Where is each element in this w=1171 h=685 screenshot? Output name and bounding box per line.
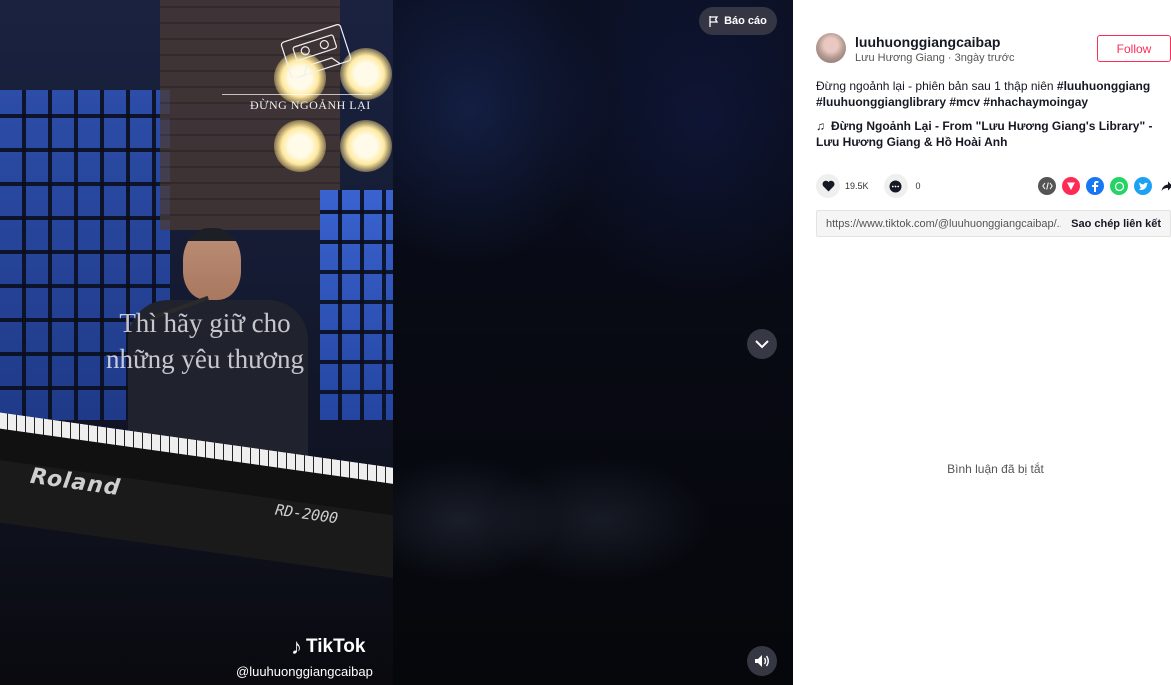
separator-dot: ·	[947, 52, 952, 64]
music-note-icon: ♫	[816, 119, 825, 133]
hashtag-link[interactable]: #luuhuonggianglibrary	[816, 95, 946, 109]
lyric-line-1: Thì hãy giữ cho	[119, 308, 291, 338]
share-arrow-icon[interactable]	[1158, 177, 1171, 195]
report-label: Báo cáo	[724, 15, 767, 27]
comment-count: 0	[915, 181, 921, 191]
chevron-down-icon	[755, 339, 769, 348]
author-subline: Lưu Hương Giang · 3ngày trước	[855, 52, 1014, 64]
display-name: Lưu Hương Giang	[855, 52, 945, 64]
engagement-row: 19.5K 0	[816, 174, 921, 198]
hashtag-link[interactable]: #nhachaymoingay	[983, 95, 1088, 109]
username[interactable]: luuhuonggiangcaibap	[855, 34, 1000, 50]
stage-light	[274, 120, 326, 172]
like-button[interactable]	[816, 174, 840, 198]
heart-icon	[822, 180, 834, 192]
report-button[interactable]: Báo cáo	[699, 7, 777, 35]
caption-text: Đừng ngoảnh lại - phiên bản sau 1 thập n…	[816, 79, 1057, 93]
whatsapp-icon[interactable]	[1110, 177, 1128, 195]
like-count: 19.5K	[845, 181, 869, 191]
facebook-icon[interactable]	[1086, 177, 1104, 195]
send-icon[interactable]	[1062, 177, 1080, 195]
volume-icon	[755, 655, 769, 667]
video-url[interactable]: https://www.tiktok.com/@luuhuonggiangcai…	[817, 218, 1061, 230]
lyric-line-2: những yêu thương	[105, 344, 305, 374]
comment-icon	[889, 180, 902, 192]
video-player[interactable]: ĐỪNG NGOẢNH LẠI Thì hãy giữ cho những yê…	[0, 0, 793, 685]
copy-link-button[interactable]: Sao chép liên kết	[1061, 218, 1170, 230]
volume-button[interactable]	[747, 646, 777, 676]
stage-light	[340, 120, 392, 172]
singer-head	[183, 228, 241, 300]
video-frame[interactable]: ĐỪNG NGOẢNH LẠI Thì hãy giữ cho những yê…	[0, 0, 393, 685]
twitter-icon[interactable]	[1134, 177, 1152, 195]
video-caption: Đừng ngoảnh lại - phiên bản sau 1 thập n…	[816, 78, 1164, 110]
song-logo-underline	[222, 94, 372, 95]
share-row	[1038, 177, 1171, 195]
avatar[interactable]	[816, 33, 846, 63]
stage-window-right	[320, 190, 393, 420]
flag-icon	[709, 15, 719, 27]
tiktok-video-page: ĐỪNG NGOẢNH LẠI Thì hãy giữ cho những yê…	[0, 0, 1171, 685]
post-time: 3ngày trước	[954, 52, 1015, 64]
music-title: Đừng Ngoảnh Lại - From "Lưu Hương Giang'…	[816, 119, 1153, 149]
tiktok-watermark: ♪ TikTok	[291, 634, 365, 660]
embed-icon[interactable]	[1038, 177, 1056, 195]
comments-disabled-message: Bình luận đã bị tắt	[947, 462, 1044, 476]
tiktok-watermark-text: TikTok	[306, 636, 366, 657]
info-panel: luuhuonggiangcaibap Lưu Hương Giang · 3n…	[793, 0, 1171, 685]
watermark-handle: @luuhuonggiangcaibap	[236, 664, 373, 679]
hashtag-link[interactable]: #mcv	[949, 95, 980, 109]
music-link[interactable]: ♫ Đừng Ngoảnh Lại - From "Lưu Hương Giang…	[816, 118, 1168, 150]
comment-button[interactable]	[883, 174, 908, 198]
follow-button[interactable]: Follow	[1097, 35, 1171, 62]
next-video-button[interactable]	[747, 329, 777, 359]
hashtag-link[interactable]: #luuhuonggiang	[1057, 79, 1150, 93]
song-logo: ĐỪNG NGOẢNH LẠI	[222, 18, 372, 114]
tiktok-note-icon: ♪	[291, 634, 302, 659]
cassette-icon	[280, 24, 352, 78]
song-logo-text: ĐỪNG NGOẢNH LẠI	[250, 98, 371, 112]
copy-link-bar: https://www.tiktok.com/@luuhuonggiangcai…	[816, 210, 1171, 237]
